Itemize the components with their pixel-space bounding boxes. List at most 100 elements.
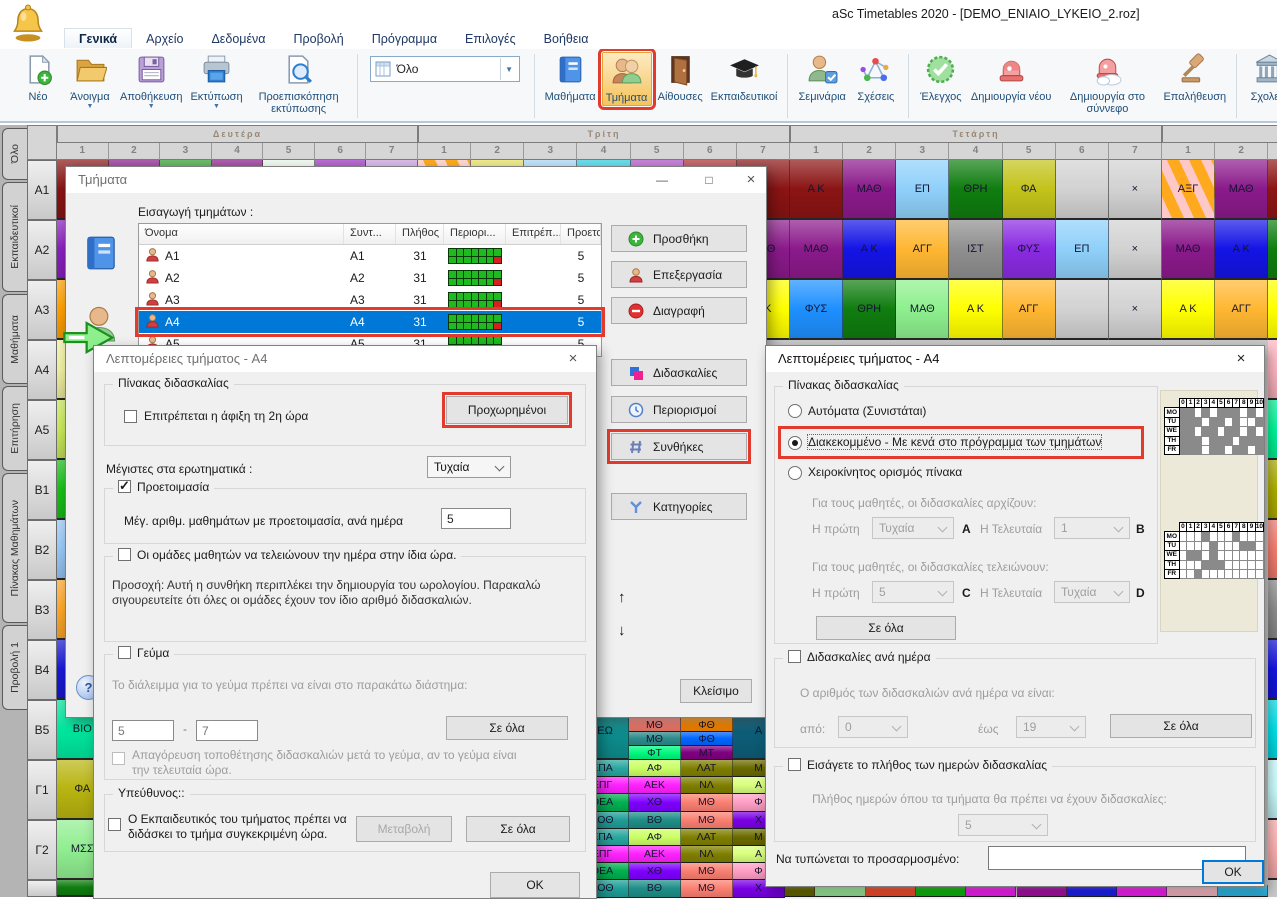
timetable-cell[interactable]: ΜΑΘ [896, 280, 949, 340]
timetable-cell[interactable]: ΝΛ [681, 777, 733, 794]
timetable-cell[interactable]: ΜΘ [681, 863, 733, 880]
row-label-A4[interactable]: A4 [27, 340, 57, 400]
timetable-cell[interactable]: ΑΓΓ [1003, 280, 1056, 340]
per-day-checkbox-legend[interactable]: Διδασκαλίες ανά ημέρα [783, 650, 936, 664]
timetable-cell[interactable] [1268, 580, 1277, 640]
timetable-cell[interactable]: ΜΤ [681, 746, 733, 760]
advanced-button[interactable]: Προχωρημένοι [446, 396, 568, 424]
row-label-Γ2[interactable]: Γ2 [27, 820, 57, 880]
row-label-B5[interactable]: B5 [27, 700, 57, 760]
timetable-cell[interactable] [1268, 160, 1277, 220]
timetable-cell[interactable]: ΦΥΣ [790, 280, 843, 340]
timetable-cell[interactable]: ΛΑΤ [681, 829, 733, 846]
timetable-cell[interactable]: ΑΕΚ [629, 846, 681, 863]
class-row-A1[interactable]: A1A1315 [139, 245, 601, 267]
row-label-B1[interactable]: B1 [27, 460, 57, 520]
timetable-cell[interactable]: ΕΠ [896, 160, 949, 220]
column-header-2[interactable]: Πλήθος [396, 224, 444, 244]
sidebar-tab-3[interactable]: Επιτήρηση [2, 386, 27, 471]
groups-end-checkbox-legend[interactable]: Οι ομάδες μαθητών να τελειώνουν την ημέρ… [113, 548, 461, 562]
sidebar-tab-2[interactable]: Μαθήματα [2, 294, 27, 384]
row-label-A2[interactable]: A2 [27, 220, 57, 280]
move-up-arrow[interactable]: ↑ [618, 589, 626, 606]
timetable-cell[interactable] [1268, 760, 1277, 820]
timetable-cell[interactable]: Α Κ [1215, 220, 1268, 280]
constraints-button[interactable]: Περιορισμοί [611, 396, 747, 423]
auto-radio-label[interactable]: Αυτόματα (Συνιστάται) [808, 404, 926, 418]
interrupted-radio-label[interactable]: Διακεκομμένο - Με κενά στο πρόγραμμα των… [808, 435, 1101, 449]
close-icon[interactable]: × [552, 347, 594, 371]
timetable-cell[interactable]: ΦΥΣ [1003, 220, 1056, 280]
arrival-2nd-hour-checkbox[interactable] [124, 410, 137, 423]
class-row-A2[interactable]: A2A2315 [139, 267, 601, 289]
sidebar-tab-4[interactable]: Πίνακας Μαθημάτων [2, 473, 27, 623]
close-icon[interactable]: × [730, 168, 772, 192]
timetable-cell[interactable] [1268, 520, 1277, 580]
timetable-cell[interactable]: ΘΡΗ [843, 280, 896, 340]
interrupted-radio[interactable] [788, 436, 802, 450]
timetable-cell[interactable]: ΝΛ [681, 846, 733, 863]
add-class-button[interactable]: Προσθήκη [611, 225, 747, 252]
timetable-cell[interactable]: ΘΡΗ [949, 160, 1002, 220]
timetable-cell[interactable]: ΑΓΓ [896, 220, 949, 280]
timetable-cell[interactable]: ΒΘ [629, 812, 681, 829]
ok-button[interactable]: OK [1202, 860, 1264, 884]
timetable-cell[interactable] [1268, 280, 1277, 340]
timetable-cell[interactable]: ΦΑ [1003, 160, 1056, 220]
timetable-cell[interactable] [1056, 160, 1109, 220]
timetable-cell[interactable]: ΛΑΤ [681, 760, 733, 777]
column-header-5[interactable]: Προετο... [561, 224, 601, 244]
per-day-checkbox[interactable] [788, 650, 801, 663]
asc-bell-icon[interactable] [10, 3, 46, 45]
column-header-1[interactable]: Συντ... [344, 224, 396, 244]
timetable-cell[interactable]: ΑΦ [629, 829, 681, 846]
timetable-cell[interactable] [1268, 640, 1277, 700]
manual-radio[interactable] [788, 466, 802, 480]
class-row-A4[interactable]: A4A4315 [139, 311, 601, 333]
timetable-cell[interactable]: × [1109, 160, 1162, 220]
lunch-checkbox-legend[interactable]: Γεύμα [113, 646, 174, 660]
class-row-A3[interactable]: A3A3315 [139, 289, 601, 311]
timetable-cell[interactable]: ΑΓΓ [1215, 280, 1268, 340]
lunch-apply-all-button[interactable]: Σε όλα [446, 716, 568, 740]
timetable-cell[interactable]: ΒΘ [629, 880, 681, 897]
days-count-checkbox-legend[interactable]: Εισάγετε το πλήθος των ημερών διδασκαλία… [783, 758, 1052, 772]
timetable-cell[interactable]: ΧΘ [629, 863, 681, 880]
per-day-apply-all-button[interactable]: Σε όλα [1110, 714, 1252, 738]
row-label-B2[interactable]: B2 [27, 520, 57, 580]
close-icon[interactable]: × [1220, 347, 1262, 371]
edit-class-button[interactable]: Επεξεργασία [611, 261, 747, 288]
row-label-A1[interactable]: A1 [27, 160, 57, 220]
table-apply-all-button[interactable]: Σε όλα [816, 616, 956, 640]
column-header-0[interactable]: Όνομα [139, 224, 344, 244]
groups-end-checkbox[interactable] [118, 548, 131, 561]
timetable-cell[interactable]: ΑΦ [629, 760, 681, 777]
timetable-cell[interactable]: Α Κ [949, 280, 1002, 340]
auto-radio[interactable] [788, 404, 802, 418]
timetable-cell[interactable]: ΜΑΘ [1162, 220, 1215, 280]
responsible-apply-all-button[interactable]: Σε όλα [466, 816, 570, 842]
timetable-cell[interactable]: ΜΘ [681, 880, 733, 897]
preparation-checkbox-legend[interactable]: Προετοιμασία [113, 480, 214, 494]
sidebar-tab-0[interactable]: Όλο [2, 128, 27, 180]
categories-button[interactable]: Κατηγορίες [611, 493, 747, 520]
ok-button[interactable]: OK [490, 872, 580, 898]
max-prep-input[interactable]: 5 [441, 508, 511, 529]
timetable-cell[interactable]: ΜΑΘ [1215, 160, 1268, 220]
column-header-4[interactable]: Επιτρέπ... [506, 224, 561, 244]
timetable-cell[interactable] [1268, 820, 1277, 880]
timetable-cell[interactable]: ΜΘ [629, 718, 681, 732]
timetable-cell[interactable]: ΜΘ [629, 732, 681, 746]
timetable-cell[interactable]: ΜΑΘ [843, 160, 896, 220]
timetable-cell[interactable] [1268, 340, 1277, 400]
close-button[interactable]: Κλείσιμο [680, 679, 752, 703]
lunch-checkbox[interactable] [118, 646, 131, 659]
timetable-cell[interactable]: ΜΘ [681, 812, 733, 829]
timetable-cell[interactable]: ΑΞΓ [1162, 160, 1215, 220]
timetable-cell[interactable]: ΜΑΘ [790, 220, 843, 280]
sidebar-tab-1[interactable]: Εκπαιδευτικοί [2, 182, 27, 292]
teacher-specific-hour-checkbox[interactable] [108, 818, 121, 831]
timetable-cell[interactable]: ΧΘ [629, 794, 681, 811]
conditions-button[interactable]: Συνθήκες [611, 433, 747, 460]
column-header-3[interactable]: Περιορι... [444, 224, 506, 244]
